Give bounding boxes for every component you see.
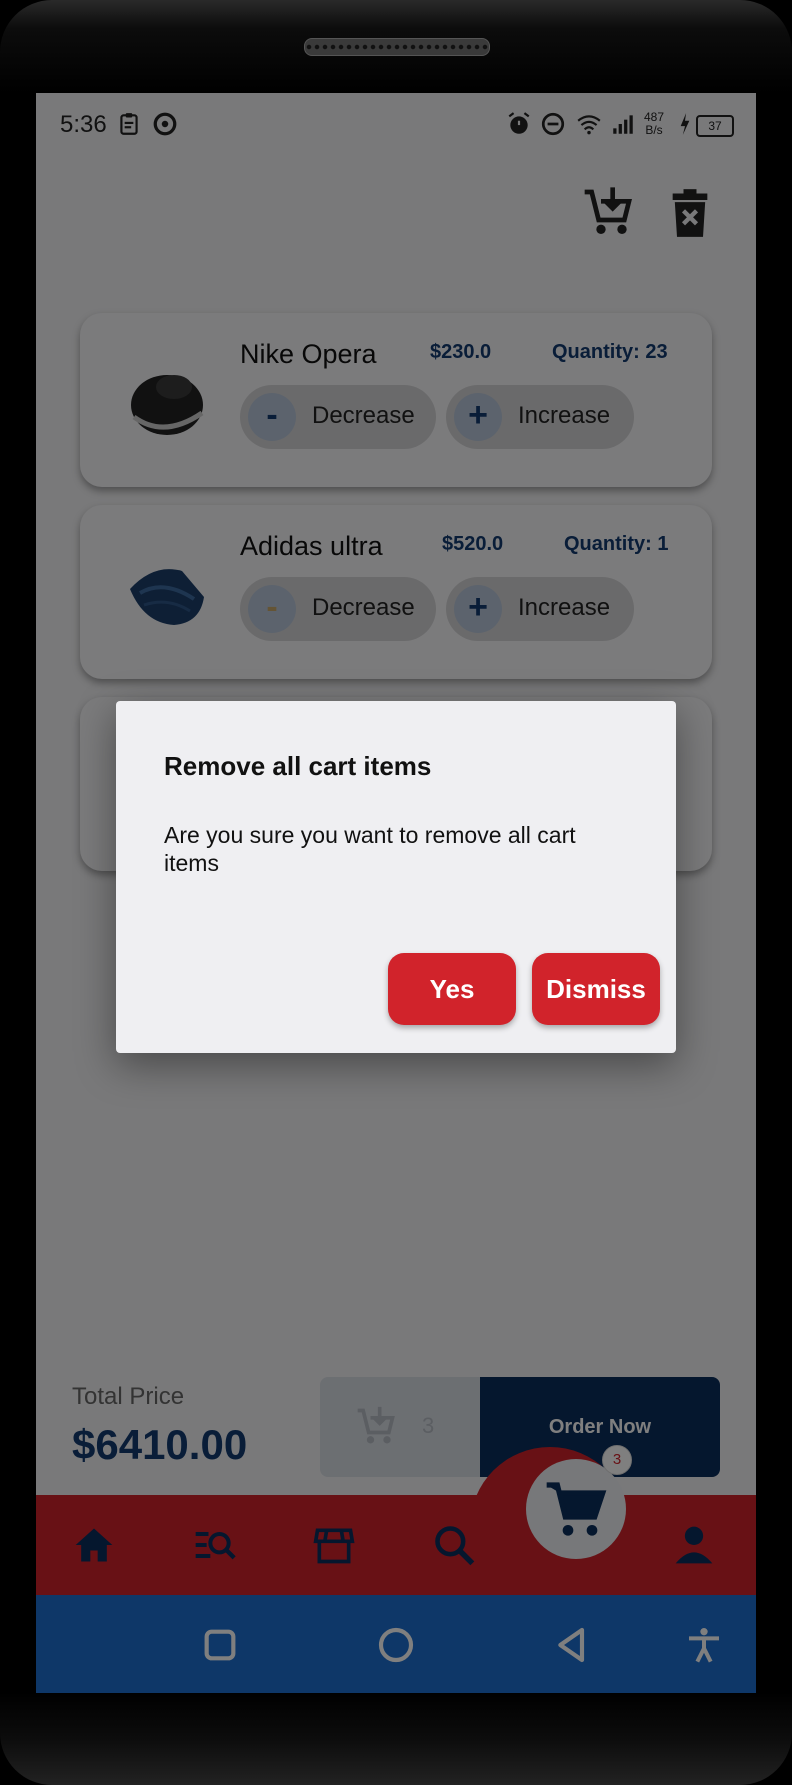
phone-bottom-bezel: [0, 1692, 792, 1785]
phone-frame: 5:36 487 B/s 37 Nike Opera $230.0 Quanti…: [0, 0, 792, 1785]
phone-top-bezel: [0, 0, 792, 94]
dialog-title: Remove all cart items: [164, 751, 432, 781]
confirm-dialog: Remove all cart items Are you sure you w…: [116, 701, 676, 1053]
dialog-message: Are you sure you want to remove all cart…: [164, 822, 576, 876]
yes-button[interactable]: Yes: [388, 953, 516, 1025]
dismiss-button[interactable]: Dismiss: [532, 953, 660, 1025]
app-screen: 5:36 487 B/s 37 Nike Opera $230.0 Quanti…: [36, 93, 756, 1693]
speaker-grille: [304, 38, 490, 56]
